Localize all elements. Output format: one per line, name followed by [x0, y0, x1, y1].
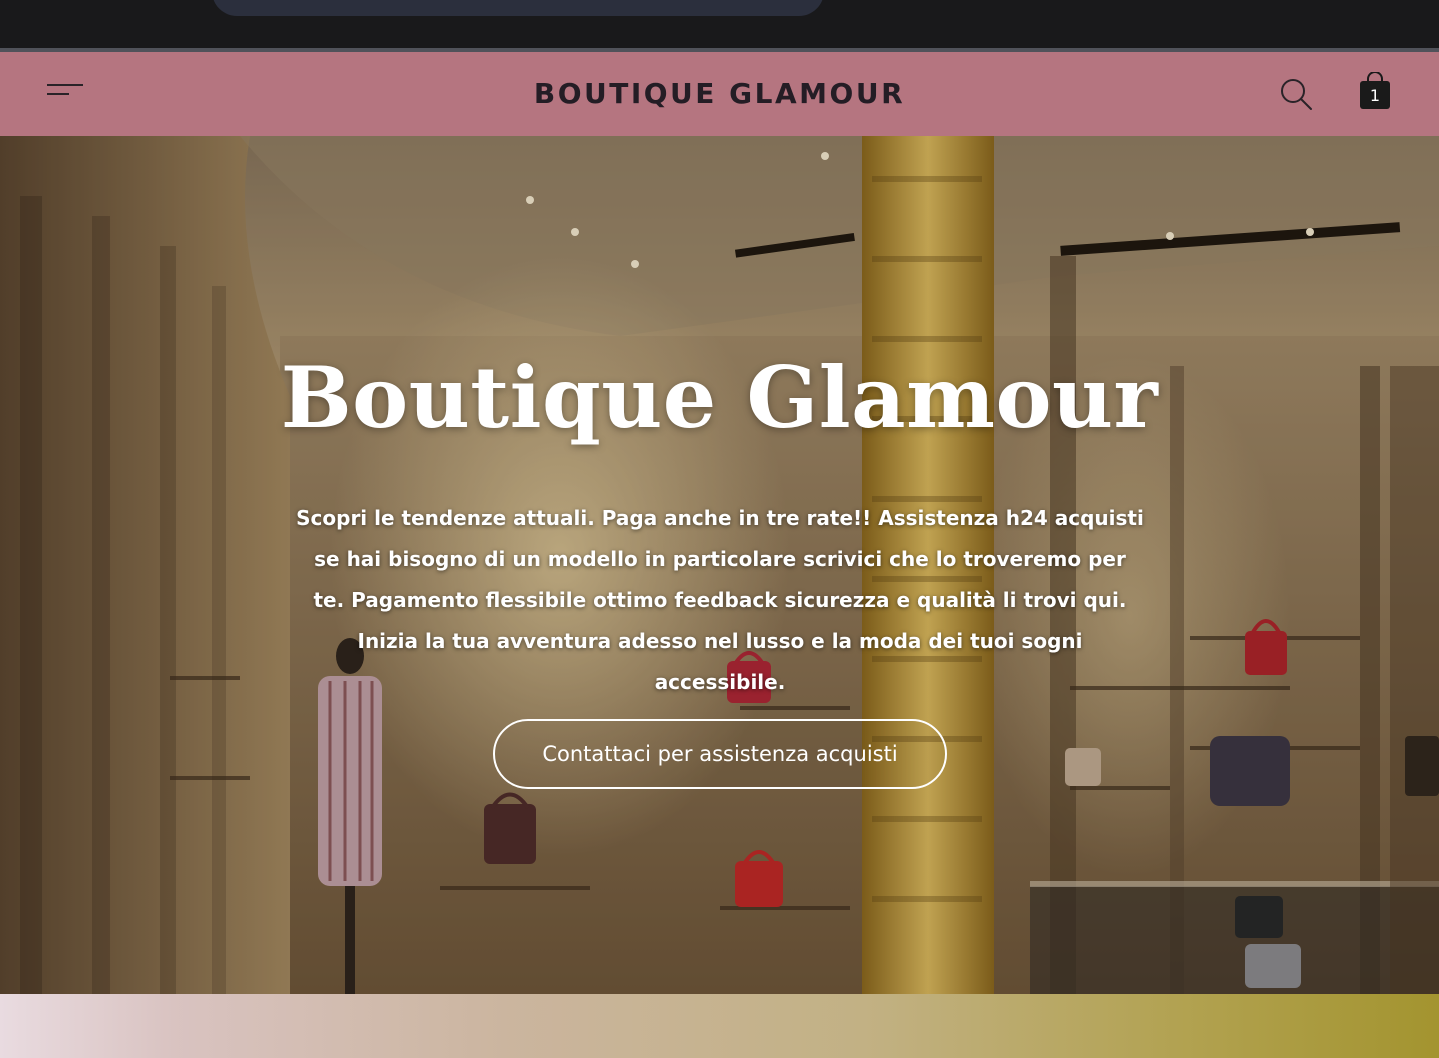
- hero-description: Scopri le tendenze attuali. Paga anche i…: [296, 506, 1144, 694]
- site-brand[interactable]: BOUTIQUE GLAMOUR: [534, 77, 905, 110]
- hero-title: Boutique Glamour: [280, 348, 1159, 447]
- search-button[interactable]: [1276, 74, 1316, 114]
- browser-top-bar: [0, 0, 1439, 48]
- site-brand-container: BOUTIQUE GLAMOUR: [0, 52, 1439, 136]
- next-section-band: [0, 994, 1439, 1058]
- hero-section: Boutique Glamour Scopri le tendenze attu…: [0, 136, 1439, 994]
- cart-count-badge: 1: [1369, 86, 1381, 105]
- site-header: BOUTIQUE GLAMOUR 1: [0, 52, 1439, 136]
- contact-assistance-button[interactable]: Contattaci per assistenza acquisti: [493, 719, 947, 789]
- menu-button[interactable]: [40, 78, 92, 110]
- hamburger-menu-icon-line: [47, 93, 69, 95]
- cart-button[interactable]: 1: [1354, 71, 1396, 114]
- search-icon: [1281, 79, 1312, 110]
- browser-address-bar[interactable]: [212, 0, 824, 16]
- hamburger-menu-icon: [47, 84, 83, 86]
